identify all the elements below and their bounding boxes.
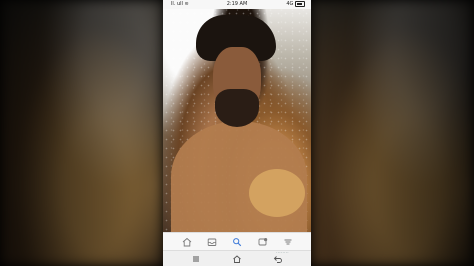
- right-blur-panel: [311, 0, 474, 266]
- layers-icon[interactable]: [283, 237, 293, 247]
- home-icon[interactable]: [182, 237, 192, 247]
- photo-viewer[interactable]: [163, 9, 311, 232]
- search-icon[interactable]: [232, 237, 242, 247]
- left-blur-panel: [0, 0, 163, 266]
- photo-beard: [215, 89, 259, 127]
- right-shade: [311, 0, 474, 266]
- watermark: ........: [276, 249, 289, 255]
- phone-screen: ll. ull ≋ 2:19 AM 4G: [163, 0, 311, 266]
- status-bar: ll. ull ≋ 2:19 AM 4G: [163, 0, 311, 9]
- status-right: 4G: [286, 0, 305, 9]
- battery-icon: [295, 0, 305, 7]
- home-icon[interactable]: [232, 254, 242, 264]
- share-icon[interactable]: [258, 237, 268, 247]
- inbox-icon[interactable]: [207, 237, 217, 247]
- left-shade: [0, 0, 163, 266]
- back-icon[interactable]: [273, 254, 283, 264]
- network-label: 4G: [286, 1, 294, 7]
- photo-glove: [249, 169, 305, 217]
- menu-icon[interactable]: [191, 254, 201, 264]
